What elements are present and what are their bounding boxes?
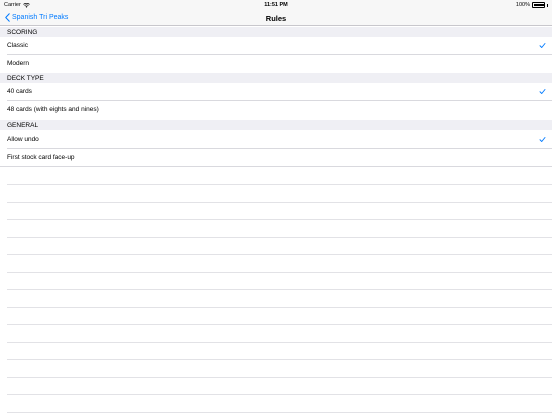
battery-cap bbox=[547, 3, 548, 7]
section-header-general: GENERAL bbox=[0, 120, 552, 130]
table-separator bbox=[7, 306, 552, 307]
row-divider bbox=[0, 165, 552, 166]
battery-icon bbox=[532, 2, 545, 8]
row-modern[interactable]: Modern bbox=[0, 54, 552, 72]
table-separator bbox=[7, 376, 552, 377]
section-header-scoring: SCORING bbox=[0, 27, 552, 37]
row-label: 40 cards bbox=[7, 88, 32, 95]
table-separator bbox=[7, 236, 552, 237]
row-label: Modern bbox=[7, 59, 30, 67]
row-label: 48 cards (with eights and nines) bbox=[7, 106, 99, 113]
table-separator bbox=[7, 254, 552, 255]
row-allow-undo[interactable]: Allow undo bbox=[0, 131, 552, 149]
row-label: Allow undo bbox=[7, 136, 39, 143]
row-48-cards[interactable]: 48 cards (with eights and nines) bbox=[0, 101, 552, 119]
table-separator bbox=[7, 201, 552, 202]
row-label: First stock card face-up bbox=[7, 153, 75, 161]
row-first-stock-face-up[interactable]: First stock card face-up bbox=[0, 148, 552, 166]
table-separator bbox=[7, 411, 552, 412]
row-classic[interactable]: Classic bbox=[0, 37, 552, 55]
table-separator bbox=[7, 289, 552, 290]
checkmark-icon bbox=[539, 137, 546, 142]
table-separator bbox=[7, 271, 552, 272]
row-40-cards[interactable]: 40 cards bbox=[0, 83, 552, 101]
checkmark-icon bbox=[539, 89, 546, 94]
page-title: Rules bbox=[265, 13, 287, 23]
status-bar: Carrier 11:51 PM 100% bbox=[0, 0, 552, 10]
status-battery: 100% bbox=[516, 2, 548, 8]
table-separator bbox=[7, 341, 552, 342]
table-separator bbox=[7, 324, 552, 325]
row-label: Classic bbox=[7, 42, 28, 49]
checkmark-icon bbox=[539, 43, 546, 48]
table-separator bbox=[7, 394, 552, 395]
table-separator bbox=[7, 359, 552, 360]
section-header-deck-type: DECK TYPE bbox=[0, 73, 552, 83]
navigation-bar: Spanish Tri Peaks Rules bbox=[0, 10, 552, 26]
table-separator bbox=[7, 219, 552, 220]
battery-percent: 100% bbox=[515, 2, 530, 8]
status-time: 11:51 PM bbox=[264, 2, 288, 8]
table-separator bbox=[7, 184, 552, 185]
